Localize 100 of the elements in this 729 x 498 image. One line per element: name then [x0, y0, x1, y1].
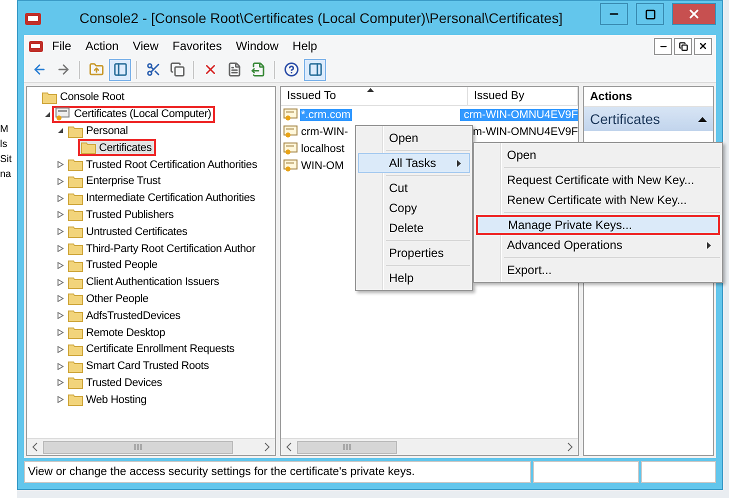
tree-item[interactable]: Trusted Root Certification Authorities	[65, 156, 262, 173]
collapsed-arrow-icon[interactable]	[56, 278, 64, 286]
toolbar-button[interactable]	[304, 58, 326, 80]
collapsed-arrow-icon[interactable]	[56, 178, 64, 185]
maximize-icon	[644, 8, 656, 20]
copy-icon	[170, 62, 184, 77]
maximize-button[interactable]	[636, 3, 664, 25]
close-button[interactable]	[672, 3, 716, 25]
help-icon	[284, 62, 298, 77]
show-hide-action-pane-icon	[308, 62, 322, 77]
menu-bar-item[interactable]: Help	[286, 37, 324, 55]
menu-item[interactable]: Request Certificate with New Key...	[476, 170, 720, 190]
collapsed-arrow-icon[interactable]	[56, 211, 64, 218]
collapsed-arrow-icon[interactable]	[56, 396, 64, 404]
background-window-text: ls	[0, 139, 8, 150]
menu-item[interactable]: Manage Private Keys...	[476, 215, 720, 235]
column-header[interactable]: Issued To	[281, 87, 468, 105]
scrollbar-thumb[interactable]	[43, 440, 233, 454]
menu-item[interactable]: Open	[476, 145, 720, 165]
folder-icon	[68, 192, 83, 205]
grip-icon	[343, 444, 351, 450]
app-icon	[24, 10, 42, 26]
collapsed-arrow-icon[interactable]	[56, 194, 64, 202]
tree-item[interactable]: Console Root	[39, 89, 128, 106]
collapsed-arrow-icon[interactable]	[56, 346, 64, 353]
export-icon	[250, 62, 266, 77]
tree-item[interactable]: Client Authentication Issuers	[65, 274, 223, 291]
folder-icon	[68, 124, 83, 138]
folder-icon	[68, 376, 83, 390]
menu-bar-item[interactable]: Favorites	[166, 37, 228, 55]
tree-item[interactable]: Web Hosting	[65, 391, 151, 408]
collapsed-arrow-icon[interactable]	[56, 161, 64, 168]
menu-bar-item[interactable]: View	[126, 37, 164, 55]
menu-item[interactable]: Export...	[476, 260, 720, 280]
menu-bar-item[interactable]: Action	[79, 37, 125, 55]
window-title: Console2 - [Console Root\Certificates (Local Computer)\Personal\Certificates]	[78, 10, 564, 26]
horizontal-scrollbar[interactable]	[281, 438, 578, 455]
certificate-icon	[283, 158, 298, 172]
menu-item[interactable]: Cut	[358, 178, 470, 198]
tree-item[interactable]: Third-Party Root Certification Author	[65, 240, 260, 257]
collapsed-arrow-icon[interactable]	[56, 245, 64, 252]
menu-item[interactable]: Delete	[358, 218, 470, 238]
collapsed-arrow-icon[interactable]	[56, 379, 64, 386]
child-close-button[interactable]	[694, 38, 712, 54]
menu-item[interactable]: Open	[358, 128, 470, 148]
horizontal-scrollbar[interactable]	[27, 438, 275, 455]
child-restore-button[interactable]	[674, 38, 692, 54]
menu-item[interactable]: Copy	[358, 198, 470, 218]
show-hide-tree-icon	[112, 62, 128, 77]
tree-item[interactable]: Certificate Enrollment Requests	[65, 340, 238, 358]
menu-item[interactable]: All Tasks	[358, 153, 470, 173]
tree-item[interactable]: AdfsTrustedDevices	[65, 307, 184, 324]
tree-item[interactable]: Smart Card Trusted Roots	[65, 358, 213, 375]
collapsed-arrow-icon[interactable]	[56, 329, 64, 336]
back-icon	[32, 62, 46, 77]
grip-icon	[134, 444, 142, 450]
menu-bar-item[interactable]: Window	[230, 37, 285, 55]
tree-item[interactable]: Intermediate Certification Authorities	[65, 190, 260, 207]
folder-icon	[68, 393, 83, 406]
tree-item[interactable]: Certificates	[78, 139, 156, 156]
collapsed-arrow-icon[interactable]	[56, 312, 64, 320]
properties-icon	[226, 62, 242, 77]
actions-section[interactable]: Certificates	[584, 107, 713, 131]
restore-icon	[678, 42, 688, 50]
menu-item[interactable]: Advanced Operations	[476, 235, 720, 255]
menu-item[interactable]: Help	[358, 268, 470, 288]
menu-bar-item[interactable]: File	[46, 37, 78, 55]
table-cell[interactable]: localhost	[300, 142, 346, 154]
menu-item[interactable]: Properties	[358, 243, 470, 263]
tree-item[interactable]: Remote Desktop	[65, 324, 170, 341]
folder-icon	[68, 342, 83, 356]
minimize-button[interactable]	[600, 3, 628, 25]
folder-icon	[68, 258, 83, 272]
collapsed-arrow-icon[interactable]	[56, 295, 64, 302]
tree-item[interactable]: Untrusted Certificates	[65, 223, 192, 240]
collapsed-arrow-icon[interactable]	[56, 262, 64, 269]
toolbar-button[interactable]	[109, 58, 131, 80]
table-cell: crm-WIN-OMNU4EV9F	[460, 108, 578, 120]
background-window-text: M	[0, 124, 8, 135]
menu-item[interactable]: Renew Certificate with New Key...	[476, 190, 720, 210]
expanded-arrow-icon[interactable]	[44, 110, 50, 118]
table-cell[interactable]: WIN-OM	[300, 160, 345, 172]
tree-item[interactable]: Personal	[65, 122, 132, 140]
tree-item[interactable]: Trusted Devices	[65, 374, 166, 392]
column-header[interactable]: Issued By	[468, 87, 578, 105]
folder-icon	[68, 174, 83, 188]
tree-item[interactable]: Certificates (Local Computer)	[52, 106, 216, 123]
scrollbar-thumb[interactable]	[297, 440, 397, 454]
collapsed-arrow-icon[interactable]	[56, 362, 64, 370]
close-icon	[698, 41, 708, 51]
folder-up-icon	[88, 62, 104, 77]
tree-item[interactable]: Enterprise Trust	[65, 172, 164, 190]
tree-item[interactable]: Trusted Publishers	[65, 206, 178, 224]
app-icon	[28, 39, 44, 53]
tree-item[interactable]: Trusted People	[65, 256, 162, 274]
close-icon	[687, 7, 701, 21]
expanded-arrow-icon[interactable]	[56, 127, 64, 134]
collapsed-arrow-icon[interactable]	[56, 228, 64, 236]
tree-item[interactable]: Other People	[65, 290, 152, 308]
table-cell[interactable]: crm-WIN-	[300, 126, 350, 138]
